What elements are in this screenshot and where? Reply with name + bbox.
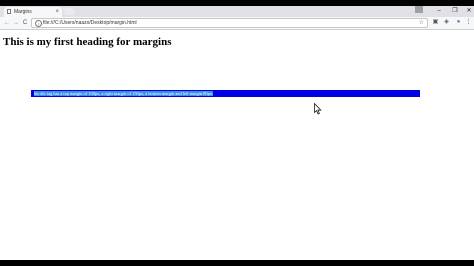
tab-title: Margins: [14, 9, 32, 15]
extension-icon[interactable]: ◈: [443, 19, 450, 26]
bookmark-star-icon[interactable]: ☆: [419, 19, 424, 27]
page-content: This is my first heading for margins his…: [0, 30, 474, 260]
forward-arrow-icon[interactable]: →: [12, 17, 20, 29]
div-text: his div tag has a top margin of 100px, a…: [34, 91, 214, 96]
info-icon[interactable]: i: [35, 20, 42, 27]
margin-div: his div tag has a top margin of 100px, a…: [31, 90, 420, 97]
profile-icon[interactable]: [415, 6, 423, 13]
mouse-cursor-icon: [314, 103, 322, 115]
close-window-button[interactable]: ✕: [460, 6, 474, 17]
tab-margins[interactable]: Margins ×: [4, 7, 62, 17]
browser-window: Margins × – ❐ ✕ ← → C i file:///C:/Users…: [0, 6, 474, 260]
tab-close-icon[interactable]: ×: [55, 7, 59, 17]
back-arrow-icon[interactable]: ←: [3, 17, 11, 29]
new-tab-button[interactable]: [62, 8, 76, 15]
page-icon: [7, 9, 11, 14]
url-text[interactable]: file:///C:/Users/naazo/Desktop/margin.ht…: [43, 19, 137, 27]
reload-icon[interactable]: C: [21, 17, 29, 29]
menu-icon[interactable]: ⋮: [465, 19, 472, 26]
extension-icon[interactable]: ●: [455, 19, 462, 26]
browser-toolbar: ← → C i file:///C:/Users/naazo/Desktop/m…: [0, 17, 474, 30]
extension-icon[interactable]: ▣: [432, 19, 439, 26]
tab-strip: Margins × – ❐ ✕: [0, 6, 474, 17]
address-bar[interactable]: i file:///C:/Users/naazo/Desktop/margin.…: [31, 18, 428, 28]
page-heading: This is my first heading for margins: [3, 36, 172, 48]
